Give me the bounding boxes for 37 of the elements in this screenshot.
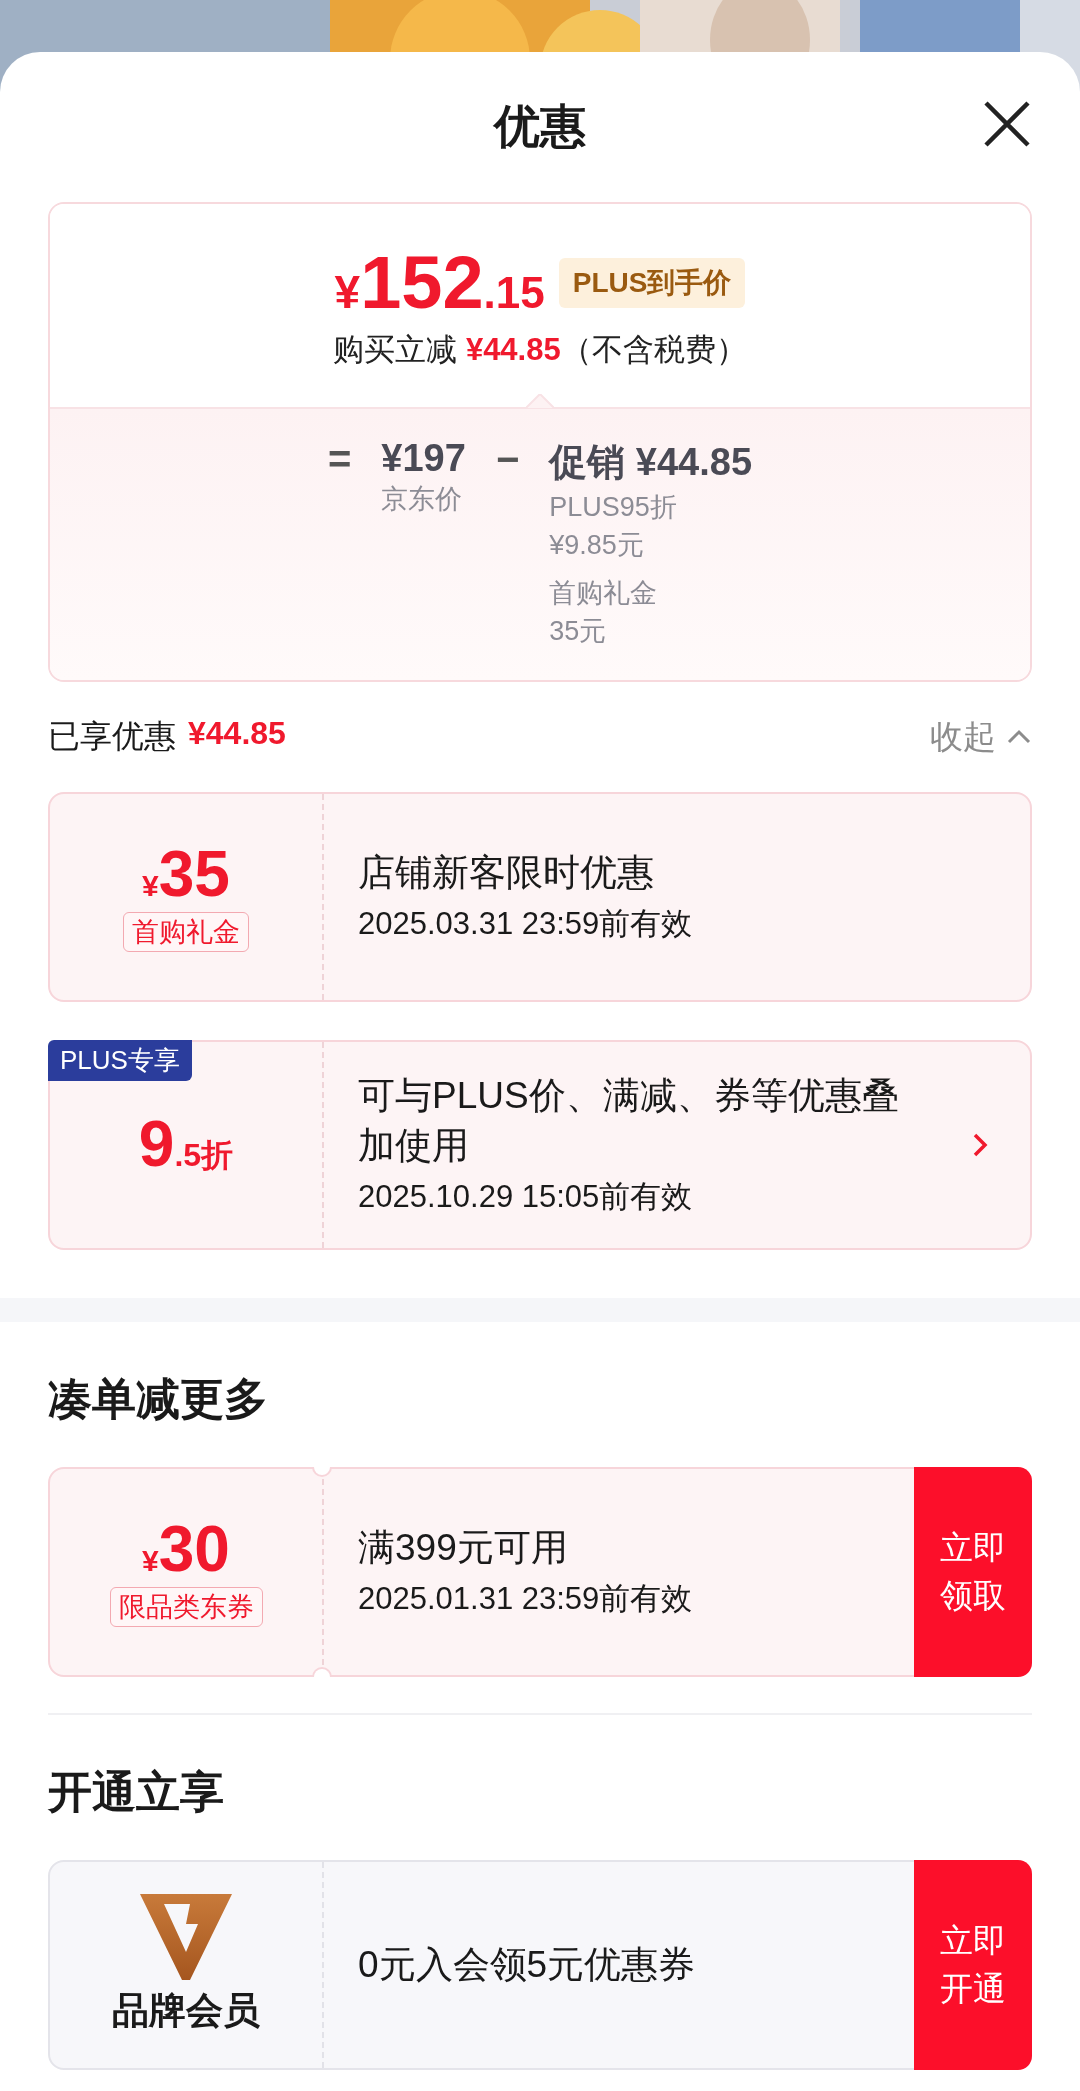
v-logo-icon (140, 1894, 232, 1980)
brand-member-label: 品牌会员 (112, 1989, 260, 2033)
promo-total: 促销 ¥44.85 (549, 440, 753, 485)
coupon-title: 店铺新客限时优惠 (358, 851, 655, 895)
promo-name: 首购礼金 (549, 577, 658, 610)
collapse-toggle[interactable]: 收起 (930, 714, 1032, 760)
equals-sign: = (327, 437, 352, 483)
coupon-tag: 限品类东券 (109, 1587, 263, 1627)
promo-name: PLUS95折 (549, 491, 677, 524)
action-button[interactable]: 立即领取 (914, 1467, 1032, 1677)
promo-amount: 35元 (549, 615, 608, 648)
close-icon[interactable] (982, 99, 1032, 149)
coupon-amount: ¥30 (142, 1517, 230, 1581)
plus-badge: PLUS专享 (48, 1040, 192, 1081)
action-button[interactable]: 立即开通 (914, 1860, 1032, 2070)
section-title: 凑单减更多 (47, 1373, 269, 1425)
discount-value: 9.5折 (138, 1112, 234, 1178)
section-title: 开通立享 (47, 1766, 225, 1818)
base-price-label: 京东价 (381, 483, 463, 516)
enjoyed-amount: ¥44.85 (188, 715, 286, 753)
discount-summary: 购买立减 ¥44.85（不含税费） (333, 331, 747, 369)
coupon-amount: ¥35 (142, 842, 230, 906)
coupon-validity: 2025.03.31 23:59前有效 (358, 905, 694, 943)
promo-amount: ¥9.85元 (549, 529, 645, 562)
chevron-icon (1006, 729, 1032, 745)
base-price: ¥197 (381, 437, 466, 480)
coupon-validity: 2025.01.31 23:59前有效 (358, 1580, 694, 1618)
coupon-validity: 2025.10.29 15:05前有效 (358, 1178, 694, 1216)
minus-sign: − (495, 437, 520, 483)
enjoyed-label: 已享优惠 (48, 717, 176, 756)
price-tag: PLUS到手价 (558, 257, 746, 308)
final-price: ¥152.15 (334, 240, 545, 325)
coupon-title: 0元入会领5元优惠券 (358, 1943, 697, 1987)
sheet-title: 优惠 (494, 99, 586, 154)
coupon-title: 满399元可用 (358, 1526, 569, 1570)
coupon-title: 可与PLUS价、满减、券等优惠叠加使用 (358, 1074, 900, 1168)
coupon-tag: 首购礼金 (123, 912, 249, 952)
